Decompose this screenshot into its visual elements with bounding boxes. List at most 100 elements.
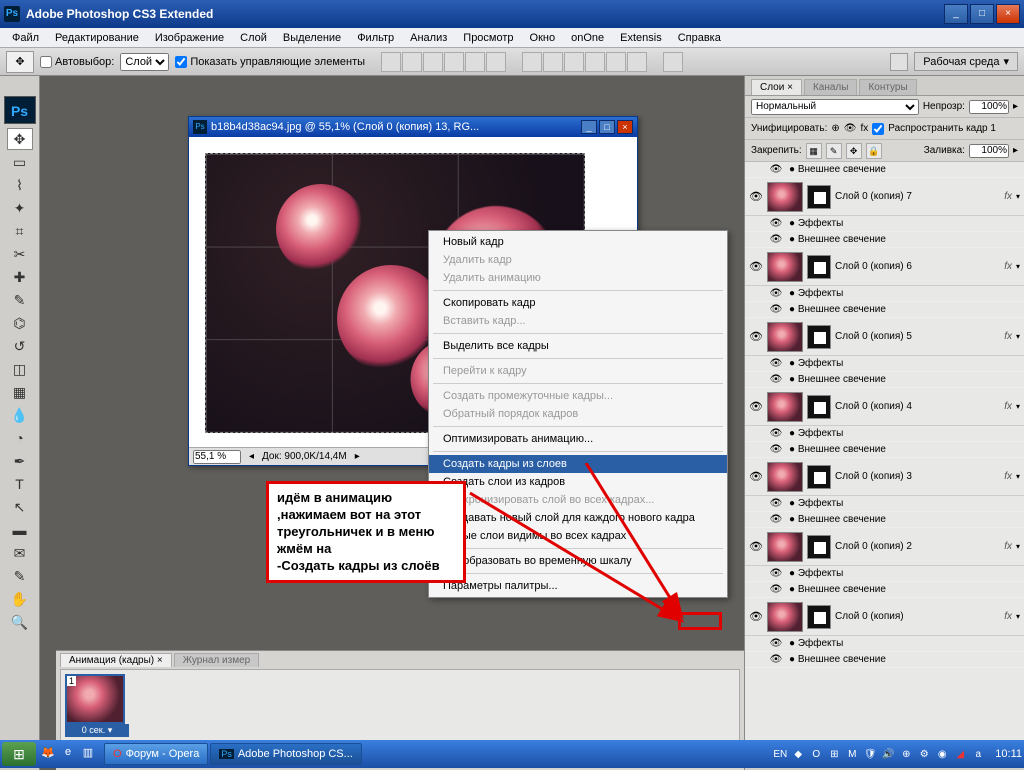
shape-tool[interactable]: ▬ [7, 519, 33, 541]
gradient-tool[interactable]: ▦ [7, 381, 33, 403]
type-tool[interactable]: T [7, 473, 33, 495]
menu-image[interactable]: Изображение [147, 30, 232, 46]
autoselect-mode[interactable]: Слой [120, 53, 169, 71]
move-tool[interactable]: ✥ [7, 128, 33, 150]
ctx-item[interactable]: Выделить все кадры [429, 337, 727, 355]
pen-tool[interactable]: ✒ [7, 450, 33, 472]
layer-row[interactable]: 👁Слой 0 (копия) 2fx▾ [745, 528, 1024, 566]
opacity-input[interactable] [969, 100, 1009, 114]
next-icon[interactable]: ▸ [355, 451, 360, 462]
doc-titlebar[interactable]: Ps b18b4d38ac94.jpg @ 55,1% (Слой 0 (коп… [189, 117, 637, 137]
hand-tool[interactable]: ✋ [7, 588, 33, 610]
current-tool-icon[interactable]: ✥ [6, 51, 34, 73]
dist-btn[interactable] [564, 52, 584, 72]
zoom-input[interactable] [193, 450, 241, 464]
lang-indicator[interactable]: EN [773, 749, 787, 760]
tab-layers[interactable]: Слои × [751, 79, 802, 95]
menu-window[interactable]: Окно [522, 30, 564, 46]
blend-mode-select[interactable]: Нормальный [751, 99, 919, 115]
tab-animation[interactable]: Анимация (кадры) × [60, 653, 172, 667]
doc-max-button[interactable]: □ [599, 120, 615, 134]
animation-frame[interactable]: 1 0 сек. ▾ [65, 674, 129, 737]
chevron-down-icon[interactable]: ▾ [1016, 332, 1020, 341]
menu-help[interactable]: Справка [670, 30, 729, 46]
heal-tool[interactable]: ✚ [7, 266, 33, 288]
tray-icon[interactable]: ⊞ [827, 749, 841, 760]
stamp-tool[interactable]: ⌬ [7, 312, 33, 334]
chevron-down-icon[interactable]: ▾ [1016, 612, 1020, 621]
fill-input[interactable] [969, 144, 1009, 158]
chevron-down-icon[interactable]: ▾ [1016, 542, 1020, 551]
tab-paths[interactable]: Контуры [859, 79, 916, 95]
ql-icon[interactable]: e [60, 746, 76, 762]
zoom-tool[interactable]: 🔍 [7, 611, 33, 633]
align-btn[interactable] [486, 52, 506, 72]
frame-time[interactable]: 0 сек. ▾ [65, 724, 129, 737]
unify-pos-icon[interactable]: ⊕ [831, 123, 839, 134]
prev-icon[interactable]: ◂ [249, 451, 254, 462]
menu-select[interactable]: Выделение [275, 30, 349, 46]
tray-icon[interactable]: M [845, 749, 859, 760]
ctx-item[interactable]: Новый кадр [429, 233, 727, 251]
autoselect-check[interactable] [40, 56, 52, 68]
layer-row[interactable]: 👁Слой 0 (копия) 6fx▾ [745, 248, 1024, 286]
dist-btn[interactable] [543, 52, 563, 72]
chevron-down-icon[interactable]: ▾ [1016, 192, 1020, 201]
tray-icon[interactable]: 🔊 [881, 749, 895, 760]
marquee-tool[interactable]: ▭ [7, 151, 33, 173]
tray-icon[interactable]: ⊕ [899, 749, 913, 760]
unify-vis-icon[interactable]: 👁 [844, 123, 857, 134]
taskbar-photoshop[interactable]: PsAdobe Photoshop CS... [210, 743, 361, 765]
ql-icon[interactable]: 🦊 [40, 746, 56, 762]
menu-file[interactable]: Файл [4, 30, 47, 46]
tray-icon[interactable]: ◆ [791, 749, 805, 760]
gl-icon[interactable] [890, 53, 908, 71]
menu-edit[interactable]: Редактирование [47, 30, 147, 46]
brush-tool[interactable]: ✎ [7, 289, 33, 311]
layer-row[interactable]: 👁Слой 0 (копия) 5fx▾ [745, 318, 1024, 356]
eyedropper-tool[interactable]: ✎ [7, 565, 33, 587]
menu-view[interactable]: Просмотр [455, 30, 521, 46]
tab-measurement-log[interactable]: Журнал измер [174, 653, 259, 667]
path-tool[interactable]: ↖ [7, 496, 33, 518]
lock-all-icon[interactable]: 🔒 [866, 143, 882, 159]
chevron-down-icon[interactable]: ▾ [1016, 402, 1020, 411]
tab-channels[interactable]: Каналы [804, 79, 858, 95]
layer-row[interactable]: 👁Слой 0 (копия) 7fx▾ [745, 178, 1024, 216]
minimize-button[interactable]: _ [944, 4, 968, 24]
layer-row[interactable]: 👁Слой 0 (копия) 3fx▾ [745, 458, 1024, 496]
doc-close-button[interactable]: × [617, 120, 633, 134]
menu-layer[interactable]: Слой [232, 30, 275, 46]
dodge-tool[interactable]: ◔ [7, 427, 33, 449]
start-button[interactable]: ⊞ [2, 742, 36, 766]
align-btn[interactable] [402, 52, 422, 72]
close-button[interactable]: × [996, 4, 1020, 24]
eraser-tool[interactable]: ◫ [7, 358, 33, 380]
notes-tool[interactable]: ✉ [7, 542, 33, 564]
maximize-button[interactable]: □ [970, 4, 994, 24]
visibility-icon[interactable]: 👁 [749, 400, 763, 414]
visibility-icon[interactable]: 👁 [749, 190, 763, 204]
chevron-down-icon[interactable]: ▾ [1016, 262, 1020, 271]
crop-tool[interactable]: ⌗ [7, 220, 33, 242]
menu-extensis[interactable]: Extensis [612, 30, 670, 46]
ctx-item[interactable]: Оптимизировать анимацию... [429, 430, 727, 448]
chevron-down-icon[interactable]: ▾ [1016, 472, 1020, 481]
visibility-icon[interactable]: 👁 [749, 470, 763, 484]
lock-trans-icon[interactable]: ▦ [806, 143, 822, 159]
visibility-icon[interactable]: 👁 [749, 540, 763, 554]
menu-onone[interactable]: onOne [563, 30, 612, 46]
align-btn[interactable] [465, 52, 485, 72]
tray-icon[interactable]: ◢ [953, 749, 967, 760]
align-btn[interactable] [381, 52, 401, 72]
auto-align-btn[interactable] [663, 52, 683, 72]
dist-btn[interactable] [606, 52, 626, 72]
layer-row[interactable]: 👁Слой 0 (копия) 4fx▾ [745, 388, 1024, 426]
align-btn[interactable] [444, 52, 464, 72]
menu-filter[interactable]: Фильтр [349, 30, 402, 46]
propagate-check[interactable] [872, 123, 884, 135]
wand-tool[interactable]: ✦ [7, 197, 33, 219]
slice-tool[interactable]: ✂ [7, 243, 33, 265]
tray-icon[interactable]: 🛡 [863, 749, 877, 760]
visibility-icon[interactable]: 👁 [749, 330, 763, 344]
